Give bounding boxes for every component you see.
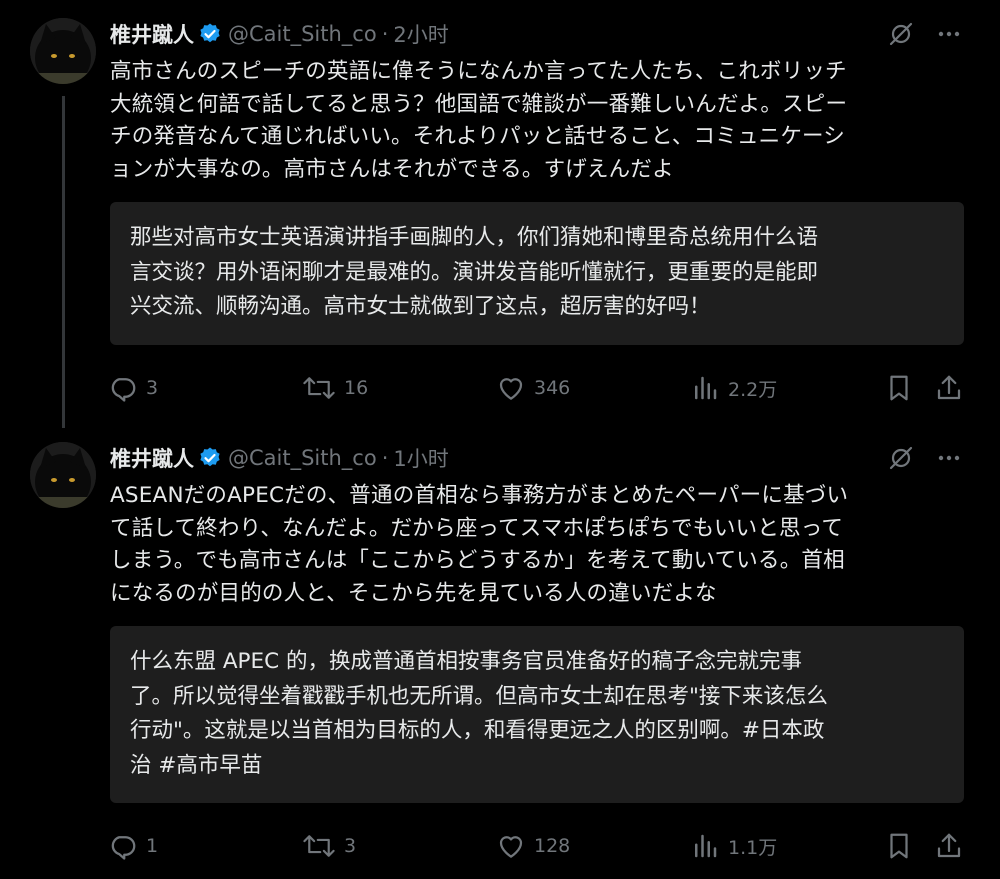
grok-icon[interactable] — [886, 19, 916, 49]
share-button[interactable] — [934, 829, 964, 863]
views-count: 2.2万 — [728, 378, 778, 401]
timestamp[interactable]: 1小时 — [393, 443, 448, 473]
repost-icon — [303, 377, 335, 399]
grok-icon[interactable] — [886, 443, 916, 473]
like-button[interactable]: 346 — [496, 371, 570, 405]
action-bar: 1 3 128 1.1万 — [0, 829, 1000, 863]
tweet-text: ASEANだのAPECだの、普通の首相なら事務方がまとめたペーパーに基づい て話… — [110, 483, 849, 606]
bookmark-icon — [890, 375, 908, 401]
reply-button[interactable]: 3 — [108, 371, 158, 405]
views-button[interactable]: 1.1万 — [690, 829, 777, 863]
repost-count: 3 — [344, 835, 357, 857]
reply-button[interactable]: 1 — [108, 829, 158, 863]
repost-icon — [303, 835, 335, 857]
verified-badge-icon — [200, 23, 220, 43]
share-icon — [937, 833, 961, 858]
translation-card: 那些对高市女士英语演讲指手画脚的人，你们猜她和博里奇总统用什么语 言交谈？用外语… — [110, 202, 964, 345]
avatar[interactable] — [30, 18, 96, 84]
repost-button[interactable]: 16 — [302, 371, 368, 405]
share-icon — [937, 375, 961, 400]
repost-count: 16 — [344, 377, 369, 399]
author-handle[interactable]: @Cait_Sith_co — [228, 446, 377, 470]
author-name[interactable]: 椎井蹴人 — [110, 443, 194, 473]
like-button[interactable]: 128 — [496, 829, 570, 863]
action-bar: 3 16 346 2.2万 — [0, 371, 1000, 405]
author-name[interactable]: 椎井蹴人 — [110, 19, 194, 49]
views-icon — [695, 834, 717, 858]
avatar[interactable] — [30, 442, 96, 508]
reply-icon — [111, 378, 136, 402]
separator-dot: · — [381, 446, 389, 470]
timestamp[interactable]: 2小时 — [393, 19, 448, 49]
separator-dot: · — [381, 22, 389, 46]
tweet-text: 高市さんのスピーチの英語に偉そうになんか言ってた人たち、これボリッチ 大統領と何… — [110, 59, 848, 182]
more-icon[interactable] — [934, 19, 964, 49]
bookmark-button[interactable] — [884, 371, 914, 405]
reply-icon — [111, 836, 136, 860]
reply-count: 1 — [146, 835, 159, 857]
like-icon — [499, 836, 523, 858]
like-count: 128 — [534, 835, 571, 857]
like-count: 346 — [534, 377, 571, 399]
repost-button[interactable]: 3 — [302, 829, 356, 863]
reply-count: 3 — [146, 377, 159, 399]
views-button[interactable]: 2.2万 — [690, 371, 777, 405]
author-handle[interactable]: @Cait_Sith_co — [228, 22, 377, 46]
tweet-header: 椎井蹴人 @Cait_Sith_co · 1小时 — [110, 442, 964, 474]
views-count: 1.1万 — [728, 836, 778, 859]
like-icon — [499, 378, 523, 400]
share-button[interactable] — [934, 371, 964, 405]
tweet-header: 椎井蹴人 @Cait_Sith_co · 2小时 — [110, 18, 964, 50]
translation-card: 什么东盟 APEC 的，换成普通首相按事务官员准备好的稿子念完就完事 了。所以觉… — [110, 626, 964, 803]
verified-badge-icon — [200, 447, 220, 467]
more-icon[interactable] — [934, 443, 964, 473]
black-cat-avatar-image — [30, 18, 96, 84]
views-icon — [695, 376, 717, 400]
bookmark-icon — [890, 833, 908, 859]
black-cat-avatar-image — [30, 442, 96, 508]
bookmark-button[interactable] — [884, 829, 914, 863]
